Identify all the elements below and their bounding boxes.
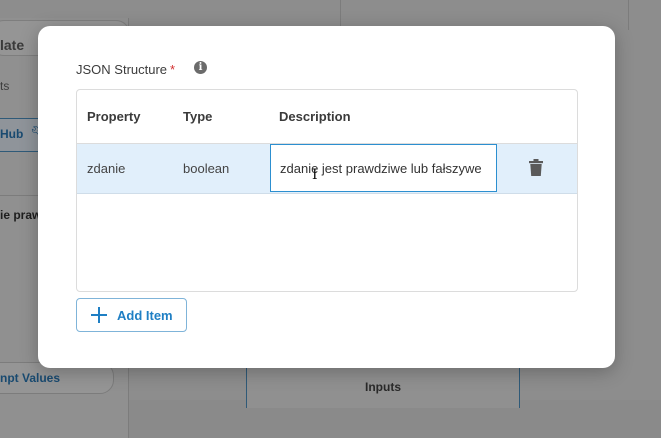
background-divider xyxy=(628,0,629,30)
field-label: JSON Structure * xyxy=(76,62,175,77)
cell-type[interactable]: boolean xyxy=(183,161,229,176)
trash-icon[interactable] xyxy=(529,159,543,176)
cell-property[interactable]: zdanie xyxy=(87,161,125,176)
background-hub-label: Hub xyxy=(0,127,24,141)
info-icon[interactable]: i xyxy=(194,61,207,74)
background-prompt-text: ie praw xyxy=(0,208,42,222)
json-structure-label: JSON Structure xyxy=(76,62,168,77)
json-structure-table: Property Type Description zdanie boolean… xyxy=(76,89,578,292)
add-item-button[interactable]: Add Item xyxy=(76,298,187,332)
json-structure-dialog: JSON Structure * i Property Type Descrip… xyxy=(38,26,615,368)
background-title: late xyxy=(0,37,25,53)
column-header-type: Type xyxy=(183,109,213,124)
required-marker: * xyxy=(170,62,176,77)
table-row[interactable]: zdanie boolean I xyxy=(77,144,577,194)
add-item-label: Add Item xyxy=(117,307,173,323)
plus-icon xyxy=(91,307,107,323)
background-subtitle: ts xyxy=(0,79,10,93)
background-prompt-values-label: npt Values xyxy=(0,371,61,385)
description-input[interactable] xyxy=(270,144,497,192)
column-header-description: Description xyxy=(279,109,351,124)
column-header-property: Property xyxy=(87,109,141,124)
background-inputs-label: Inputs xyxy=(365,380,401,394)
table-header: Property Type Description xyxy=(77,90,577,144)
background-divider xyxy=(340,0,341,28)
